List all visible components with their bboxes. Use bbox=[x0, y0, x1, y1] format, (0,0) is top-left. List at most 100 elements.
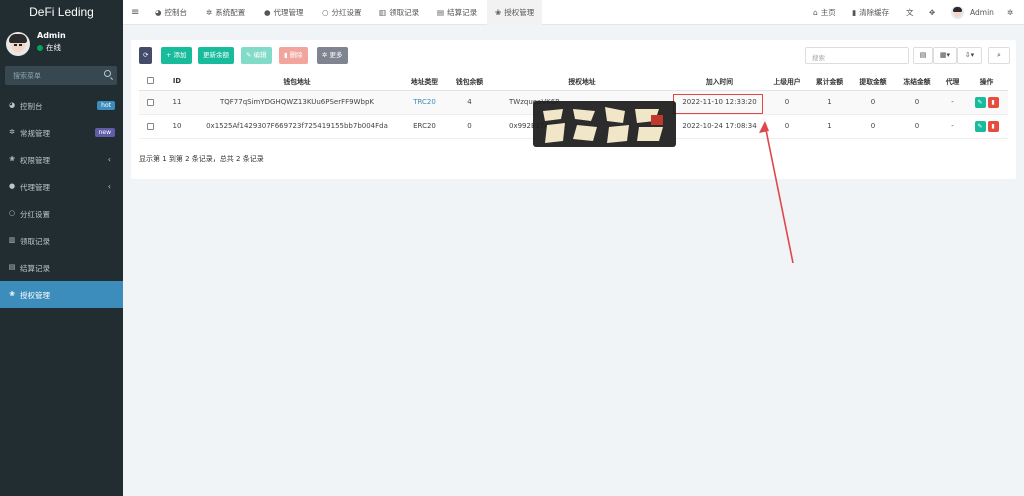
pencil-icon: ✎ bbox=[977, 98, 983, 106]
add-button[interactable]: + 添加 bbox=[161, 47, 192, 64]
tab-dividend[interactable]: ○ 分红设置 bbox=[322, 0, 362, 25]
header-balance[interactable]: 钱包余额 bbox=[447, 72, 492, 91]
dashboard-icon: ◕ bbox=[155, 8, 162, 17]
gear-icon: ✲ bbox=[206, 8, 213, 17]
translate-icon[interactable]: 文 bbox=[906, 0, 914, 25]
search-icon[interactable] bbox=[104, 70, 111, 77]
header-wallet[interactable]: 钱包地址 bbox=[192, 72, 402, 91]
cell-time: 2022-10-24 17:08:34 bbox=[672, 114, 767, 139]
brand-logo[interactable]: DeFi Leding bbox=[0, 0, 123, 25]
update-balance-label: 更新余额 bbox=[203, 51, 229, 59]
dashboard-icon: ◕ bbox=[8, 101, 16, 109]
header-select-all[interactable] bbox=[139, 72, 162, 91]
tab-agents[interactable]: ● 代理管理 bbox=[264, 0, 304, 25]
row-edit-button[interactable]: ✎ bbox=[974, 96, 986, 108]
header-frozen[interactable]: 冻结金额 bbox=[894, 72, 940, 91]
circle-icon: ○ bbox=[8, 209, 16, 217]
user-icon: ● bbox=[8, 182, 16, 190]
sidebar-item-general[interactable]: ✲ 常规管理 new bbox=[0, 119, 123, 146]
cell-agent: - bbox=[940, 90, 965, 115]
tab-label: 控制台 bbox=[164, 8, 188, 17]
user-name: Admin bbox=[37, 31, 66, 40]
checkbox[interactable] bbox=[147, 98, 154, 106]
header-withdraw[interactable]: 提取金额 bbox=[852, 72, 894, 91]
sidebar-item-claims[interactable]: ▥ 领取记录 bbox=[0, 227, 123, 254]
sidebar-item-label: 权限管理 bbox=[20, 156, 50, 165]
cell-frozen: 0 bbox=[894, 90, 940, 115]
edit-label: 编辑 bbox=[253, 51, 267, 59]
table-search-input[interactable]: 搜索 bbox=[805, 47, 909, 64]
cell-balance: 4 bbox=[447, 90, 492, 115]
tab-system-config[interactable]: ✲ 系统配置 bbox=[206, 0, 245, 25]
hot-badge: hot bbox=[97, 101, 115, 110]
trash-icon: ▮ bbox=[284, 51, 288, 59]
fullscreen-icon[interactable]: ✥ bbox=[929, 0, 935, 25]
header-id[interactable]: ID bbox=[162, 72, 192, 91]
home-icon: ⌂ bbox=[813, 8, 818, 17]
sidebar-item-authorization[interactable]: ❀ 授权管理 bbox=[0, 281, 123, 308]
columns-button[interactable]: ▦▾ bbox=[933, 47, 957, 64]
header-parent[interactable]: 上级用户 bbox=[767, 72, 807, 91]
refresh-button[interactable]: ⟳ bbox=[139, 47, 153, 64]
menu-toggle-icon[interactable]: ≡ bbox=[131, 0, 139, 25]
tab-claims[interactable]: ▥ 领取记录 bbox=[379, 0, 419, 25]
cell-wallet: 0x1525Af1429307F669723f725419155bb7b004F… bbox=[192, 114, 402, 139]
sidebar-item-label: 分红设置 bbox=[20, 210, 50, 219]
export-button[interactable]: ⇩▾ bbox=[957, 47, 982, 64]
tab-label: 授权管理 bbox=[504, 8, 535, 17]
cell-id: 11 bbox=[162, 90, 192, 115]
tab-dashboard[interactable]: ◕ 控制台 bbox=[155, 0, 187, 25]
topbar-avatar[interactable] bbox=[951, 6, 964, 19]
delete-label: 删除 bbox=[289, 51, 303, 59]
users-icon: ❀ bbox=[9, 290, 15, 298]
sidebar-item-dividend[interactable]: ○ 分红设置 bbox=[0, 200, 123, 227]
user-panel: Admin 在线 bbox=[0, 25, 123, 63]
user-status: 在线 bbox=[37, 42, 61, 53]
sidebar-item-label: 授权管理 bbox=[20, 291, 50, 300]
update-balance-button[interactable]: 更新余额 bbox=[198, 47, 234, 64]
cell-type[interactable]: TRC20 bbox=[402, 90, 447, 115]
header-type[interactable]: 地址类型 bbox=[402, 72, 447, 91]
clear-cache-link[interactable]: ▮ 清除缓存 bbox=[852, 0, 889, 25]
edit-button[interactable]: ✎ 编辑 bbox=[241, 47, 272, 64]
table-header-row: ID 钱包地址 地址类型 钱包余额 授权地址 加入时间 上级用户 累计金额 提取… bbox=[139, 72, 1008, 91]
trash-icon: ▮ bbox=[991, 98, 995, 106]
sidebar-item-settlements[interactable]: ▤ 结算记录 bbox=[0, 254, 123, 281]
header-time[interactable]: 加入时间 bbox=[672, 72, 767, 91]
tab-label: 系统配置 bbox=[215, 8, 246, 17]
row-edit-button[interactable]: ✎ bbox=[974, 120, 986, 132]
more-button[interactable]: ✲ 更多 bbox=[317, 47, 348, 64]
row-delete-button[interactable]: ▮ bbox=[987, 120, 999, 132]
watermark-logo bbox=[533, 101, 676, 147]
row-select[interactable] bbox=[139, 90, 162, 115]
settings-icon[interactable]: ✲ bbox=[1007, 0, 1013, 25]
sidebar-search-input[interactable]: 搜索菜单 bbox=[5, 66, 117, 85]
tab-settlements[interactable]: ▤ 结算记录 bbox=[437, 0, 477, 25]
row-delete-button[interactable]: ▮ bbox=[987, 96, 999, 108]
tab-authorization[interactable]: ❀ 授权管理 bbox=[487, 0, 543, 25]
advanced-search-button[interactable]: ⌕ bbox=[988, 47, 1010, 64]
sidebar-item-dashboard[interactable]: ◕ 控制台 hot bbox=[0, 92, 123, 119]
columns-icon: ▦▾ bbox=[939, 51, 951, 59]
header-agent[interactable]: 代理 bbox=[940, 72, 965, 91]
user-icon: ● bbox=[264, 8, 271, 17]
toggle-view-button[interactable]: ▤ bbox=[913, 47, 933, 64]
row-select[interactable] bbox=[139, 114, 162, 139]
sidebar-search-placeholder: 搜索菜单 bbox=[13, 72, 41, 80]
admin-menu[interactable]: Admin bbox=[970, 0, 994, 25]
tab-label: 结算记录 bbox=[447, 8, 478, 17]
checkbox[interactable] bbox=[147, 122, 154, 130]
pagination-info: 显示第 1 到第 2 条记录，总共 2 条记录 bbox=[139, 155, 264, 163]
sidebar-item-permissions[interactable]: ❀ 权限管理 ‹ bbox=[0, 146, 123, 173]
delete-button[interactable]: ▮ 删除 bbox=[279, 47, 308, 64]
sidebar-item-agents[interactable]: ● 代理管理 ‹ bbox=[0, 173, 123, 200]
home-link[interactable]: ⌂ 主页 bbox=[813, 0, 836, 25]
bank-icon: ▥ bbox=[8, 236, 16, 244]
header-total[interactable]: 累计金额 bbox=[807, 72, 852, 91]
checkbox[interactable] bbox=[147, 77, 154, 85]
chevron-left-icon: ‹ bbox=[107, 155, 111, 164]
refresh-icon: ⟳ bbox=[143, 51, 149, 59]
header-auth[interactable]: 授权地址 bbox=[492, 72, 672, 91]
online-dot-icon bbox=[37, 45, 43, 51]
group-icon: ❀ bbox=[9, 155, 15, 163]
